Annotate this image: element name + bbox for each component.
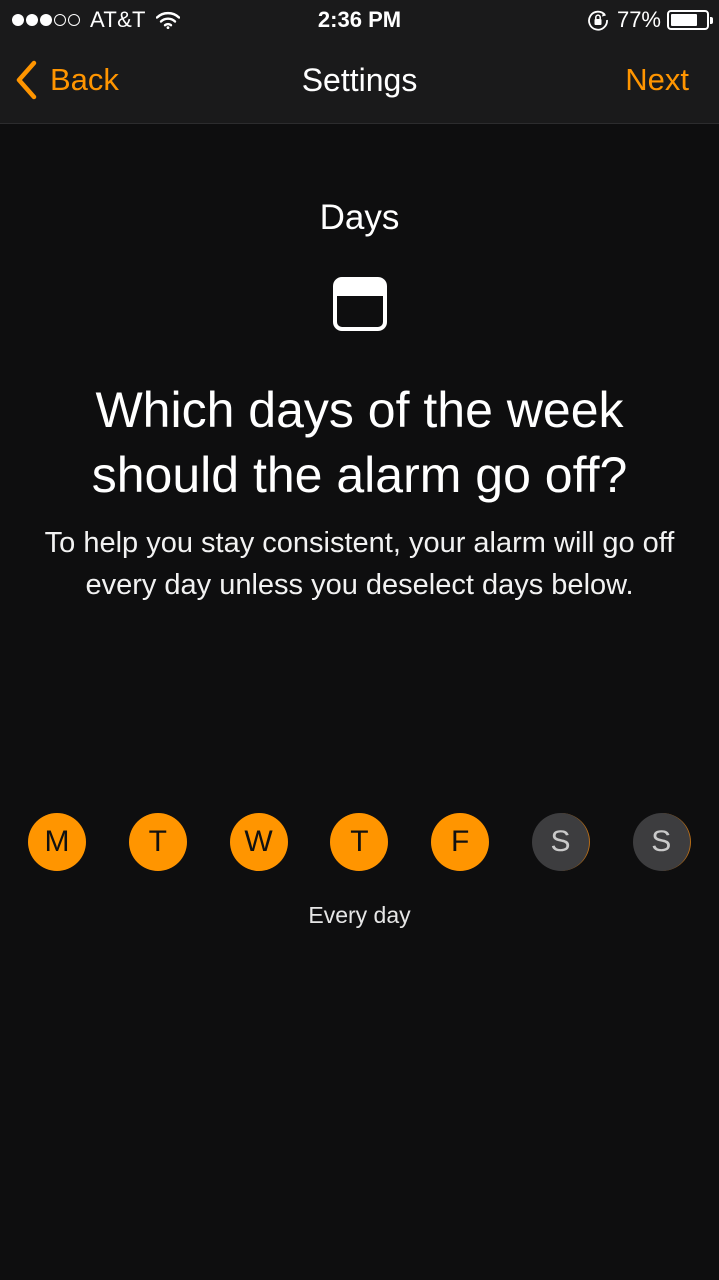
next-button[interactable]: Next: [625, 62, 689, 98]
day-toggle[interactable]: W: [229, 813, 288, 871]
rotation-lock-icon: [588, 10, 608, 31]
status-bar: AT&T 2:36 PM 77%: [0, 0, 719, 40]
battery-icon: [667, 10, 713, 30]
day-toggle[interactable]: T: [330, 813, 389, 871]
day-toggle[interactable]: T: [128, 813, 187, 871]
battery-fill: [671, 14, 698, 26]
day-toggle[interactable]: M: [28, 813, 86, 871]
headline: Which days of the week should the alarm …: [20, 378, 699, 508]
day-toggle[interactable]: S: [532, 813, 590, 871]
day-selector: MTWTFSS: [28, 813, 693, 873]
back-button[interactable]: Back: [14, 60, 119, 100]
day-toggle[interactable]: F: [431, 813, 490, 871]
back-label: Back: [50, 62, 119, 97]
days-summary: Every day: [308, 902, 411, 928]
navigation-bar: Back Settings Next: [0, 48, 719, 112]
calendar-icon: [333, 277, 387, 331]
headline-line-1: Which days of the week: [95, 382, 624, 438]
description-text: To help you stay consistent, your alarm …: [44, 527, 675, 601]
battery-nub: [710, 17, 713, 24]
status-right: 77%: [587, 7, 713, 33]
section-title: Days: [319, 198, 400, 237]
day-toggle[interactable]: S: [632, 813, 691, 871]
chevron-left-icon: [16, 60, 37, 100]
battery-percentage: 77%: [616, 7, 661, 32]
headline-line-2: should the alarm go off?: [91, 447, 628, 503]
top-bar: AT&T 2:36 PM 77% Back Settings Next: [0, 0, 719, 124]
